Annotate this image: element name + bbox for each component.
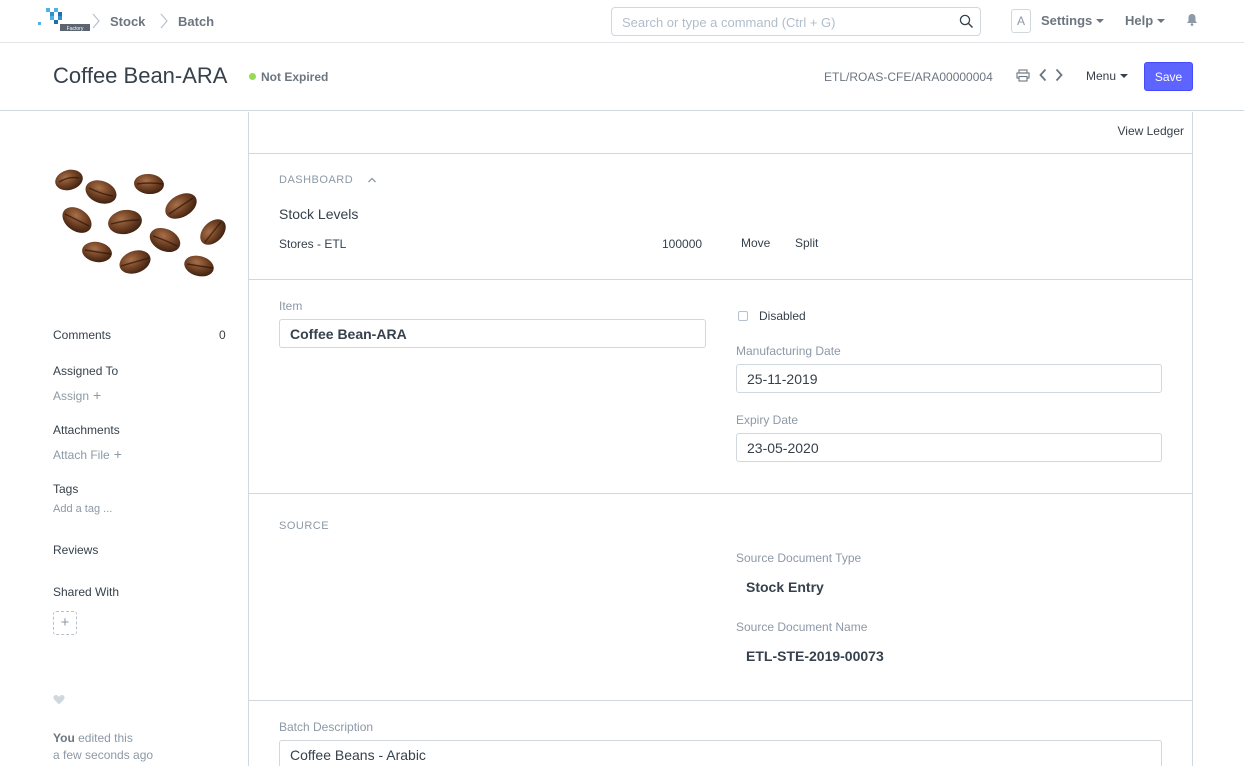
divider bbox=[249, 493, 1192, 494]
search-icon[interactable] bbox=[959, 14, 974, 29]
plus-icon: + bbox=[93, 387, 102, 403]
source-doc-type-value[interactable]: Stock Entry bbox=[746, 579, 824, 595]
attach-file-link[interactable]: Attach File + bbox=[53, 446, 122, 462]
dashboard-heading[interactable]: DASHBOARD bbox=[279, 174, 353, 186]
heart-icon[interactable] bbox=[53, 694, 65, 705]
comments-count: 0 bbox=[219, 328, 226, 342]
search-input[interactable] bbox=[622, 13, 942, 31]
stock-levels-title: Stock Levels bbox=[279, 206, 359, 222]
status-text: Not Expired bbox=[261, 70, 329, 84]
source-doc-name-label: Source Document Name bbox=[736, 620, 868, 634]
attachments-label: Attachments bbox=[53, 423, 120, 437]
timeline-entry: You edited this bbox=[53, 731, 133, 745]
navbar: Factory Stock Batch A Settings Help bbox=[0, 0, 1244, 43]
settings-menu-label: Settings bbox=[1041, 13, 1093, 28]
expiry-date-label: Expiry Date bbox=[736, 413, 799, 427]
document-name: ETL/ROAS-CFE/ARA00000004 bbox=[824, 70, 993, 84]
assign-label: Assign bbox=[53, 389, 90, 403]
save-button[interactable]: Save bbox=[1144, 62, 1193, 91]
app-logo[interactable]: Factory bbox=[36, 6, 92, 32]
divider bbox=[249, 279, 1192, 280]
status-indicator: Not Expired bbox=[249, 70, 328, 84]
assigned-to-label: Assigned To bbox=[53, 364, 119, 378]
attach-file-label: Attach File bbox=[53, 448, 110, 462]
notification-bell-icon[interactable] bbox=[1186, 13, 1198, 26]
caret-down-icon bbox=[1120, 73, 1129, 78]
next-document-icon[interactable] bbox=[1054, 68, 1064, 82]
help-menu[interactable]: Help bbox=[1125, 13, 1166, 28]
add-tag-link[interactable]: Add a tag ... bbox=[53, 503, 112, 515]
print-icon[interactable] bbox=[1016, 69, 1030, 82]
item-image[interactable] bbox=[53, 162, 235, 286]
status-dot-icon bbox=[249, 73, 256, 80]
disabled-checkbox[interactable] bbox=[738, 311, 748, 321]
divider bbox=[249, 700, 1192, 701]
batch-description-field[interactable]: Coffee Beans - Arabic bbox=[279, 740, 1162, 766]
comments-label[interactable]: Comments bbox=[53, 328, 111, 342]
assign-link[interactable]: Assign + bbox=[53, 387, 101, 403]
plus-icon: + bbox=[60, 614, 70, 631]
divider bbox=[249, 153, 1192, 154]
breadcrumb-stock[interactable]: Stock bbox=[110, 14, 145, 29]
chevron-right-icon bbox=[160, 13, 168, 29]
svg-text:Factory: Factory bbox=[67, 26, 84, 32]
view-ledger-button[interactable]: View Ledger bbox=[1118, 124, 1185, 138]
source-heading[interactable]: SOURCE bbox=[279, 520, 329, 532]
chevron-up-icon[interactable] bbox=[367, 176, 377, 184]
source-doc-type-label: Source Document Type bbox=[736, 551, 862, 565]
settings-menu[interactable]: Settings bbox=[1041, 13, 1105, 28]
previous-document-icon[interactable] bbox=[1038, 68, 1048, 82]
search-bar bbox=[611, 7, 981, 36]
user-avatar[interactable]: A bbox=[1011, 9, 1031, 33]
form-sidebar: Comments 0 Assigned To Assign + Attachmen… bbox=[0, 112, 248, 766]
move-button[interactable]: Move bbox=[741, 236, 770, 250]
batch-description-label: Batch Description bbox=[279, 720, 374, 734]
manufacturing-date-field[interactable]: 25-11-2019 bbox=[736, 364, 1162, 393]
timeline-user: You bbox=[53, 731, 75, 745]
timeline-action: edited this bbox=[78, 731, 133, 745]
tags-label: Tags bbox=[53, 482, 79, 496]
disabled-label[interactable]: Disabled bbox=[759, 309, 806, 323]
add-share-button[interactable]: + bbox=[53, 611, 77, 635]
item-label: Item bbox=[279, 299, 303, 313]
stock-qty: 100000 bbox=[662, 237, 703, 251]
chevron-right-icon bbox=[92, 13, 100, 29]
manufacturing-date-label: Manufacturing Date bbox=[736, 344, 841, 358]
stock-warehouse: Stores - ETL bbox=[279, 237, 347, 251]
timeline-time: a few seconds ago bbox=[53, 748, 154, 762]
reviews-label: Reviews bbox=[53, 543, 99, 557]
caret-down-icon bbox=[1157, 18, 1166, 23]
form-main: View Ledger DASHBOARD Stock Levels Store… bbox=[248, 112, 1193, 766]
page-head: Coffee Bean-ARA Not Expired ETL/ROAS-CFE… bbox=[0, 43, 1244, 111]
help-menu-label: Help bbox=[1125, 13, 1154, 28]
plus-icon: + bbox=[113, 446, 122, 462]
split-button[interactable]: Split bbox=[795, 236, 818, 250]
source-doc-name-value[interactable]: ETL-STE-2019-00073 bbox=[746, 648, 884, 664]
breadcrumb-batch[interactable]: Batch bbox=[178, 14, 214, 29]
menu-dropdown[interactable]: Menu bbox=[1086, 69, 1129, 83]
shared-with-label: Shared With bbox=[53, 585, 120, 599]
expiry-date-field[interactable]: 23-05-2020 bbox=[736, 433, 1162, 462]
page-title: Coffee Bean-ARA bbox=[53, 63, 228, 88]
item-field[interactable]: Coffee Bean-ARA bbox=[279, 319, 706, 348]
menu-label: Menu bbox=[1086, 69, 1117, 83]
caret-down-icon bbox=[1096, 18, 1105, 23]
